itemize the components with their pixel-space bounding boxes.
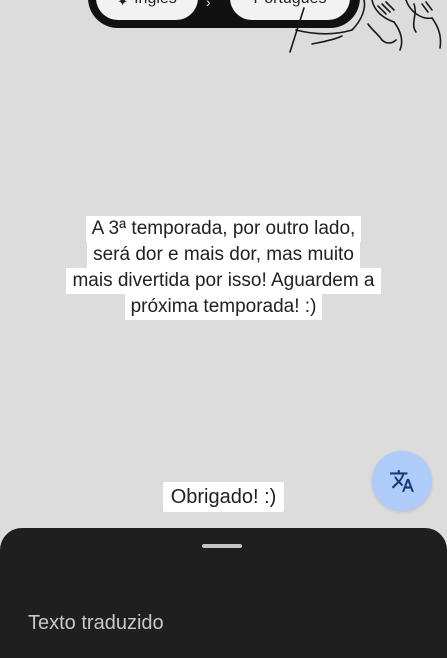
translated-line: mais divertida por isso! Aguardem a bbox=[66, 268, 381, 294]
source-language-button[interactable]: ✦ Inglês bbox=[96, 0, 198, 20]
translated-line: A 3ª temporada, por outro lado, bbox=[85, 216, 362, 242]
translate-button[interactable] bbox=[372, 451, 432, 511]
source-language-label: Inglês bbox=[134, 0, 177, 8]
arrow-right-icon[interactable]: › bbox=[206, 0, 211, 10]
translated-line: será dor e mais dor, mas muito bbox=[87, 242, 360, 268]
translated-line: Obrigado! :) bbox=[162, 482, 285, 512]
translated-line: próxima temporada! :) bbox=[124, 294, 323, 320]
sparkle-icon: ✦ bbox=[117, 0, 129, 9]
drag-handle[interactable] bbox=[202, 544, 242, 548]
translated-text-sheet[interactable]: Texto traduzido bbox=[0, 528, 447, 658]
translate-icon bbox=[390, 470, 414, 492]
sketch-artwork bbox=[289, 0, 442, 53]
camera-translate-view: ✦ Inglês › Português A 3ª temporada, por… bbox=[0, 0, 447, 658]
translated-paragraph: A 3ª temporada, por outro lado, será dor… bbox=[0, 216, 447, 320]
sheet-title: Texto traduzido bbox=[28, 612, 164, 634]
